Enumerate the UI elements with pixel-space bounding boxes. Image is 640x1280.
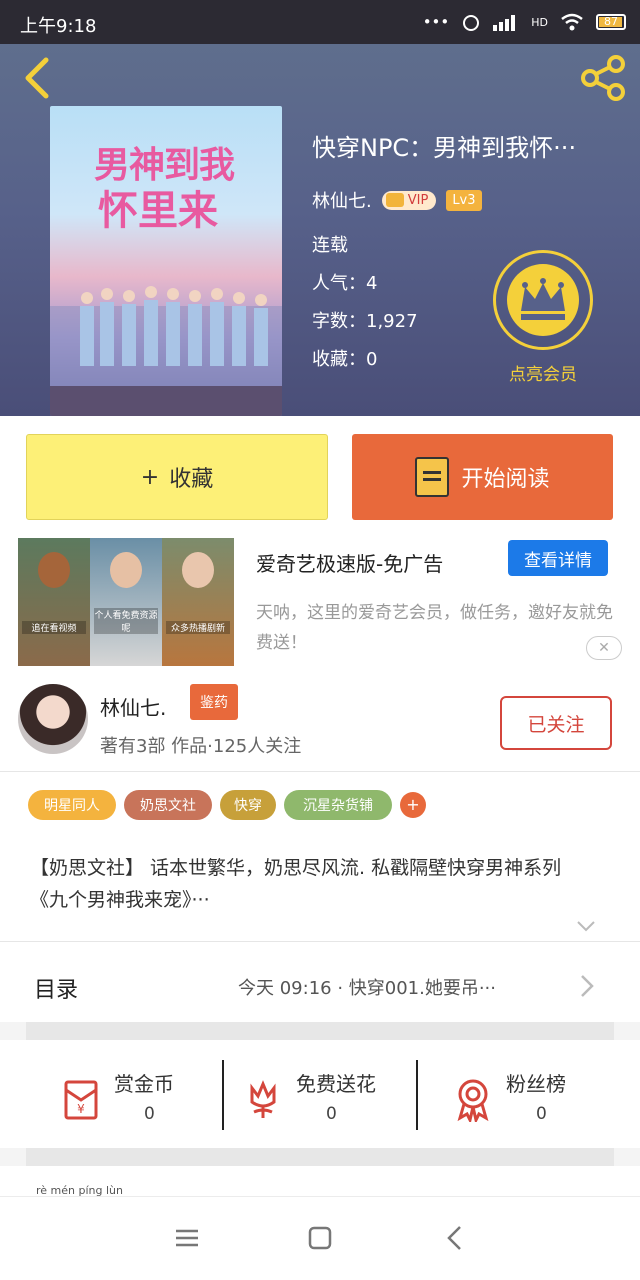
hot-comments-header: rè mén píng lùn — [0, 1166, 640, 1197]
network-type: HD — [531, 15, 548, 29]
add-tag-button[interactable]: + — [400, 792, 426, 818]
tag-chip[interactable]: 沉星杂货铺 — [284, 790, 392, 820]
chevron-down-icon[interactable] — [576, 916, 596, 936]
ad-thumb-caption: 个人看免费资源呢 — [94, 608, 158, 634]
plus-icon: + — [140, 464, 160, 490]
menu-icon[interactable] — [170, 1223, 204, 1253]
reward-count: 0 — [536, 1104, 547, 1124]
tag-chip[interactable]: 奶思文社 — [124, 790, 212, 820]
reward-count: 0 — [326, 1104, 337, 1124]
read-label: 开始阅读 — [461, 467, 550, 492]
system-nav-bar — [0, 1196, 640, 1280]
vip-crown-icon — [385, 193, 404, 207]
ad-title: 爱奇艺极速版-免广告 — [256, 552, 444, 576]
tag-list: 明星同人 奶思文社 快穿 沉星杂货铺 + — [0, 772, 640, 838]
ad-thumb-man: 个人看免费资源呢 — [90, 538, 162, 666]
vip-badge: VIP — [381, 190, 437, 210]
battery-level: 87 — [604, 15, 618, 28]
vip-ring — [493, 250, 593, 350]
author-card[interactable]: 林仙七. 鉴药 著有3部 作品·125人关注 已关注 — [0, 676, 640, 772]
cover-title-line2: 怀里来 — [98, 188, 218, 234]
section-divider — [26, 1022, 614, 1040]
chevron-right-icon — [581, 975, 594, 997]
vip-cta-label: 点亮会员 — [509, 365, 577, 385]
action-bar: + 收藏 开始阅读 — [0, 416, 640, 538]
medal-icon — [457, 1079, 489, 1122]
book-cover[interactable]: 男神到我 怀里来 — [50, 106, 282, 416]
home-icon[interactable] — [303, 1223, 337, 1253]
ad-thumb-bear: 追在看视频 — [18, 538, 90, 666]
status-icons: ••• HD 87 — [423, 12, 626, 32]
book-title: 快穿NPC：男神到我怀··· — [312, 134, 577, 162]
book-header: 男神到我 怀里来 快穿NPC：男神到我怀··· 林仙七. VIP Lv3 连载 … — [0, 44, 640, 416]
tag-chip[interactable]: 明星同人 — [28, 790, 116, 820]
tag-chip[interactable]: 快穿 — [220, 790, 276, 820]
reward-fans-button[interactable]: 粉丝榜 0 — [450, 1058, 640, 1138]
reward-count: 0 — [144, 1104, 155, 1124]
level-badge: Lv3 — [446, 189, 482, 211]
ad-banner[interactable]: 追在看视频 个人看免费资源呢 众多热播剧新 爱奇艺极速版-免广告 查看详情 天呐… — [0, 538, 640, 676]
red-envelope-icon: ¥ — [64, 1080, 98, 1120]
reward-label: 免费送花 — [296, 1072, 376, 1096]
share-icon[interactable] — [578, 52, 630, 104]
wifi-icon — [561, 13, 583, 31]
svg-text:¥: ¥ — [77, 1102, 85, 1116]
back-icon[interactable] — [18, 56, 58, 100]
divider — [416, 1060, 418, 1130]
author-line: 林仙七. VIP Lv3 — [312, 187, 636, 213]
divider — [222, 1060, 224, 1130]
person-face-icon — [110, 552, 142, 588]
crown-icon — [507, 264, 579, 336]
author-badge: 鉴药 — [190, 684, 238, 720]
book-author[interactable]: 林仙七. — [312, 187, 372, 213]
reward-flower-button[interactable]: 免费送花 0 — [240, 1058, 430, 1138]
catalog-label: 目录 — [34, 978, 79, 1003]
author-avatar[interactable] — [18, 684, 88, 754]
status-bar: 上午9:18 ••• HD 87 — [0, 0, 640, 44]
vip-membership-button[interactable]: 点亮会员 — [493, 250, 593, 385]
ad-detail-button[interactable]: 查看详情 — [508, 540, 608, 576]
collect-button[interactable]: + 收藏 — [26, 434, 328, 520]
ad-thumb-woman: 众多热播剧新 — [162, 538, 234, 666]
cover-illustration — [50, 286, 282, 416]
vip-label: VIP — [407, 192, 429, 208]
book-icon — [415, 457, 450, 497]
person-face-icon — [182, 552, 214, 588]
catalog-latest-chapter: 今天 09:16 · 快穿001.她要吊··· — [238, 978, 497, 999]
reward-coins-button[interactable]: ¥ 赏金币 0 — [58, 1058, 248, 1138]
reward-label: 赏金币 — [114, 1072, 174, 1096]
status-time: 上午9:18 — [20, 16, 97, 37]
bear-mascot-icon — [38, 552, 70, 588]
author-stats: 著有3部 作品·125人关注 — [100, 736, 302, 757]
ad-thumb-caption: 众多热播剧新 — [166, 621, 230, 634]
start-reading-button[interactable]: 开始阅读 — [352, 434, 613, 520]
catalog-row[interactable]: 目录 今天 09:16 · 快穿001.她要吊··· — [0, 942, 640, 1022]
back-nav-icon[interactable] — [438, 1223, 472, 1253]
ad-thumbnails: 追在看视频 个人看免费资源呢 众多热播剧新 — [18, 538, 234, 666]
more-dots-icon: ••• — [422, 13, 450, 31]
ad-description: 天呐，这里的爱奇艺会员，做任务，邀好友就免费送！ — [256, 603, 613, 653]
ad-thumb-caption: 追在看视频 — [22, 621, 86, 634]
collect-label: 收藏 — [169, 467, 214, 492]
flower-icon — [250, 1080, 276, 1118]
reward-bar: ¥ 赏金币 0 免费送花 0 粉丝榜 0 — [0, 1040, 640, 1148]
battery-icon: 87 — [596, 14, 626, 30]
alarm-icon — [463, 15, 480, 31]
author-name[interactable]: 林仙七. — [100, 692, 166, 721]
section-divider — [26, 1148, 614, 1166]
follow-button[interactable]: 已关注 — [500, 696, 612, 750]
intro-text: 【奶思文社】 话本世繁华，奶思尽风流. 私戳隔壁快穿男神系列《九个男神我来宠》·… — [30, 857, 562, 911]
ad-close-button[interactable]: ✕ — [586, 636, 622, 660]
reward-label: 粉丝榜 — [506, 1072, 566, 1096]
book-intro[interactable]: 【奶思文社】 话本世繁华，奶思尽风流. 私戳隔壁快穿男神系列《九个男神我来宠》·… — [0, 838, 640, 942]
signal-icon — [493, 15, 516, 31]
